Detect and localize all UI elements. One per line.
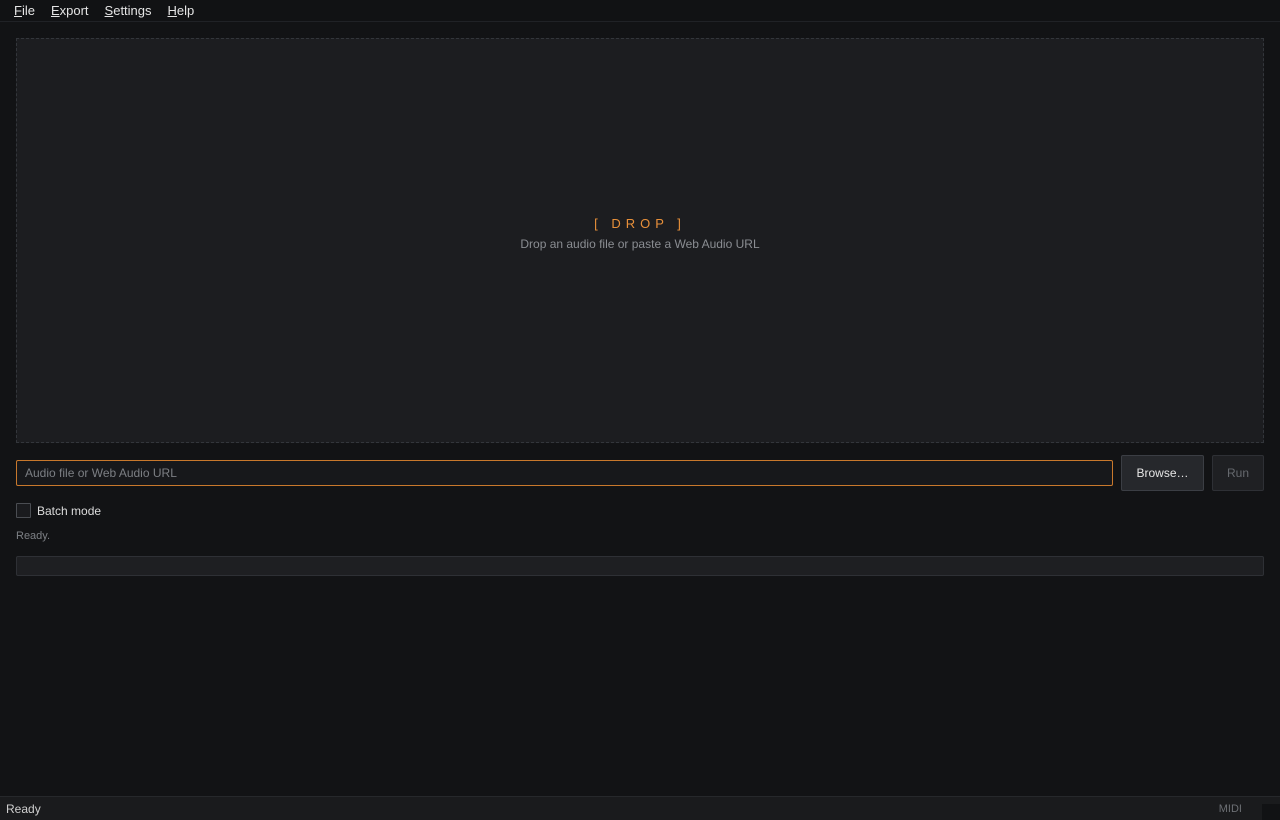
menu-file-label: ile <box>21 2 35 18</box>
menu-settings[interactable]: Settings <box>97 0 160 22</box>
menu-bar: File Export Settings Help <box>0 0 1280 22</box>
menu-file-mnemonic: F <box>14 2 22 18</box>
menu-export-mnemonic: E <box>50 2 60 18</box>
browse-button[interactable]: Browse… <box>1121 455 1204 491</box>
menu-help[interactable]: Help <box>160 0 203 22</box>
menu-settings-mnemonic: S <box>104 2 114 18</box>
batch-mode-label: Batch mode <box>37 503 102 518</box>
status-bar-message: Ready <box>6 801 41 816</box>
drop-zone[interactable]: [ DROP ] Drop an audio file or paste a W… <box>16 38 1264 443</box>
size-grip-icon[interactable] <box>1262 804 1280 820</box>
menu-help-label: elp <box>176 2 195 18</box>
menu-help-mnemonic: H <box>167 2 177 18</box>
status-text: Ready. <box>16 530 51 542</box>
run-button[interactable]: Run <box>1212 455 1264 491</box>
source-input[interactable] <box>16 460 1113 486</box>
menu-export-label: xport <box>59 2 89 18</box>
batch-mode-checkbox[interactable] <box>16 503 31 518</box>
progress-bar <box>16 556 1264 576</box>
batch-mode-row[interactable]: Batch mode <box>16 503 101 518</box>
menu-file[interactable]: File <box>6 0 43 22</box>
status-bar: Ready MIDI <box>0 796 1280 820</box>
menu-export[interactable]: Export <box>43 0 97 22</box>
menu-settings-label: ettings <box>113 2 152 18</box>
drop-title: [ DROP ] <box>594 216 686 231</box>
drop-hint: Drop an audio file or paste a Web Audio … <box>520 237 760 251</box>
status-bar-mode: MIDI <box>1218 802 1242 815</box>
app-window: File Export Settings Help [ DROP ] Drop … <box>0 0 1280 820</box>
